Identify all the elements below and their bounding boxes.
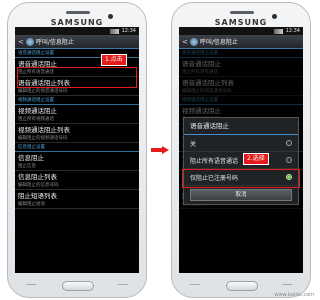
- callout-step2: 2.选择: [243, 153, 269, 165]
- radio-icon[interactable]: [286, 140, 292, 146]
- setting-desc: 编辑阻止的视频通话号码: [18, 136, 68, 141]
- screen-left: 12:34 < 呼叫/信息阻止 语音通话阻止设置 语音通话阻止 阻止所有语音通话…: [15, 27, 139, 273]
- setting-desc: 编辑阻止短语: [18, 202, 45, 207]
- section-header-message: 信息阻止设置: [15, 143, 139, 152]
- watermark: www.baidu.com: [274, 292, 314, 298]
- page-title: 呼叫/信息阻止: [35, 39, 74, 46]
- highlight-box-step1: [17, 67, 137, 88]
- callout-step1: 1.点击: [101, 54, 127, 66]
- home-key[interactable]: [62, 281, 94, 291]
- status-time: 12:34: [121, 28, 136, 34]
- option-block-all[interactable]: 阻止所有语音通话: [184, 152, 298, 169]
- radio-icon[interactable]: [286, 157, 292, 163]
- setting-name: 信息阻止列表: [18, 173, 57, 181]
- section-header-video: 视频通话阻止设置: [15, 96, 139, 105]
- option-label: 阻止所有语音通话: [190, 157, 239, 165]
- menu-key[interactable]: [190, 284, 200, 288]
- back-chevron-icon[interactable]: <: [182, 35, 188, 49]
- back-key[interactable]: [282, 284, 292, 288]
- title-bar: < 呼叫/信息阻止: [15, 35, 139, 49]
- earpiece-speaker: [66, 11, 90, 14]
- right-arrow-icon: [151, 146, 169, 154]
- setting-desc: 阻止所有视频通话: [18, 117, 54, 122]
- setting-video-call-block[interactable]: 视频通话阻止 阻止所有视频通话: [15, 105, 139, 124]
- phone-left: SAMSUNG 12:34 < 呼叫/信息阻止 语音通话阻止设置 语音通话阻止 …: [7, 2, 147, 298]
- status-bar: 12:34: [15, 27, 139, 35]
- highlight-box-step2: [182, 169, 300, 188]
- option-label: 关: [190, 140, 197, 148]
- status-bar: 12:34: [179, 27, 303, 35]
- signal-icon: [273, 28, 283, 34]
- setting-video-block-list[interactable]: 视频通话阻止列表 编辑阻止的视频通话号码: [15, 124, 139, 143]
- setting-message-block-list[interactable]: 信息阻止列表 编辑阻止的信息号码: [15, 171, 139, 190]
- signal-icon: [109, 28, 119, 34]
- call-settings-icon: [189, 37, 198, 46]
- dialog-title: 语音通话阻止: [184, 118, 298, 135]
- back-chevron-icon[interactable]: <: [18, 35, 24, 49]
- setting-name: 信息阻止: [18, 154, 44, 162]
- setting-phrase-block-list[interactable]: 阻止短语列表 编辑阻止短语: [15, 190, 139, 209]
- page-title: 呼叫/信息阻止: [199, 39, 238, 46]
- cancel-button[interactable]: 取消: [190, 189, 292, 201]
- setting-name: 阻止短语列表: [18, 192, 57, 200]
- title-bar: < 呼叫/信息阻止: [179, 35, 303, 49]
- option-off[interactable]: 关: [184, 135, 298, 152]
- screen-right: 12:34 < 呼叫/信息阻止 语音通话阻止设置 语音通话阻止 阻止所有语音通话…: [179, 27, 303, 273]
- setting-name: 视频通话阻止: [18, 107, 57, 115]
- phone-right: SAMSUNG 12:34 < 呼叫/信息阻止 语音通话阻止设置 语音通话阻止 …: [171, 2, 311, 298]
- brand-logo: SAMSUNG: [214, 18, 268, 27]
- back-key[interactable]: [118, 284, 128, 288]
- setting-desc: 阻止信息: [18, 164, 36, 169]
- home-key[interactable]: [226, 281, 258, 291]
- call-settings-icon: [25, 37, 34, 46]
- setting-desc: 编辑阻止的信息号码: [18, 183, 59, 188]
- voice-block-dialog: 语音通话阻止 关 阻止所有语音通话 仅阻止已注册号码 取消: [183, 117, 299, 205]
- setting-desc: 编辑阻止的语音通话号码: [18, 89, 68, 94]
- setting-name: 视频通话阻止列表: [18, 126, 70, 134]
- earpiece-speaker: [230, 11, 254, 14]
- status-time: 12:34: [285, 28, 300, 34]
- menu-key[interactable]: [26, 284, 36, 288]
- setting-message-block[interactable]: 信息阻止 阻止信息: [15, 152, 139, 171]
- brand-logo: SAMSUNG: [50, 18, 104, 27]
